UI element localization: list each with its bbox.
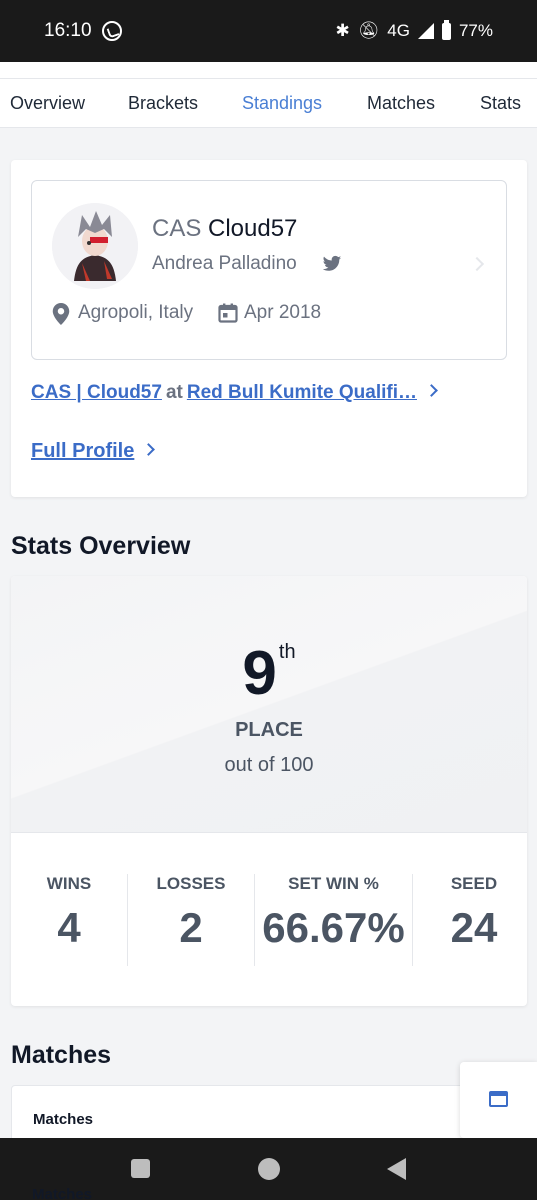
location-pin-icon [52,303,70,325]
full-profile-label[interactable]: Full Profile [31,440,134,462]
stat-value: 66.67% [262,904,405,951]
placement-label: PLACE [235,719,303,741]
placement-panel: 9th PLACE out of 100 [11,576,527,833]
tab-matches[interactable]: Matches [367,93,435,114]
whatsapp-icon [101,21,122,41]
player-summary[interactable]: CAS Cloud57 Andrea Palladino Agropoli, I… [31,180,507,360]
real-name: Andrea Palladino [152,253,297,274]
signal-icon [417,23,434,39]
location: Agropoli, Italy [78,302,194,323]
header-strip [0,62,537,78]
stat-wins: WINS 4 [11,874,127,952]
placement-out-of: out of 100 [224,754,314,776]
entrant-name-link[interactable]: CAS | Cloud57 [31,382,162,403]
chevron-right-icon [142,443,156,457]
matches-card: Matches [11,1085,527,1145]
matches-peek-label: Matches [32,1186,93,1200]
stat-label: LOSSES [156,874,226,893]
tab-overview[interactable]: Overview [10,93,85,114]
event-entrant-link[interactable]: CAS | Cloud57 at Red Bull Kumite Qualifi… [31,382,438,404]
tab-standings[interactable]: Standings [242,93,322,114]
back-button[interactable] [387,1158,406,1180]
network-type: 4G [387,21,410,40]
chevron-right-icon [469,256,485,272]
mute-icon: 🔕︎ [357,21,380,40]
chevron-right-icon [425,384,438,398]
twitter-icon[interactable] [322,255,342,273]
placement-number: 9 [242,639,277,708]
home-button[interactable] [258,1158,280,1180]
status-bar: 16:10 ✱ 🔕︎ 4G 77% [0,0,537,62]
tab-stats[interactable]: Stats [480,93,521,114]
matches-title: Matches [11,1041,112,1069]
sponsor-prefix: CAS [152,215,202,242]
avatar [52,203,138,289]
tab-bar: Overview Brackets Standings Matches Stat… [0,78,537,128]
floating-window-button[interactable] [460,1062,537,1138]
at-label: at [165,382,183,403]
stat-losses: LOSSES 2 [128,874,254,952]
tab-brackets[interactable]: Brackets [128,93,198,114]
status-icons: ✱ 🔕︎ 4G 77% [335,19,493,41]
placement-suffix: th [278,641,296,664]
gamertag: Cloud57 [208,215,298,242]
bluetooth-icon: ✱ [335,21,350,40]
join-date: Apr 2018 [244,302,322,323]
window-icon [489,1091,508,1107]
full-profile-link[interactable]: Full Profile [31,440,156,463]
placement: 9th [11,638,527,709]
stat-value: 2 [179,904,203,951]
calendar-icon [218,303,238,323]
stats-card: 9th PLACE out of 100 WINS 4 LOSSES 2 SET… [11,576,527,1006]
stat-label: WINS [46,874,92,893]
recents-button[interactable] [131,1159,150,1178]
stat-set-win-pct: SET WIN % 66.67% [255,874,412,952]
stat-value: 24 [450,904,498,951]
stat-value: 4 [57,904,81,951]
stats-overview-title: Stats Overview [11,532,191,560]
event-name-link[interactable]: Red Bull Kumite Qualifi… [187,382,417,403]
stat-label: SEED [450,874,498,893]
stat-seed: SEED 24 [413,874,527,952]
matches-card-label: Matches [33,1111,94,1128]
battery-icon [441,19,451,40]
entrant-card: CAS Cloud57 Andrea Palladino Agropoli, I… [11,160,527,497]
battery-level: 77% [458,21,493,40]
status-time: 16:10 [44,20,92,41]
stat-label: SET WIN % [288,874,379,893]
